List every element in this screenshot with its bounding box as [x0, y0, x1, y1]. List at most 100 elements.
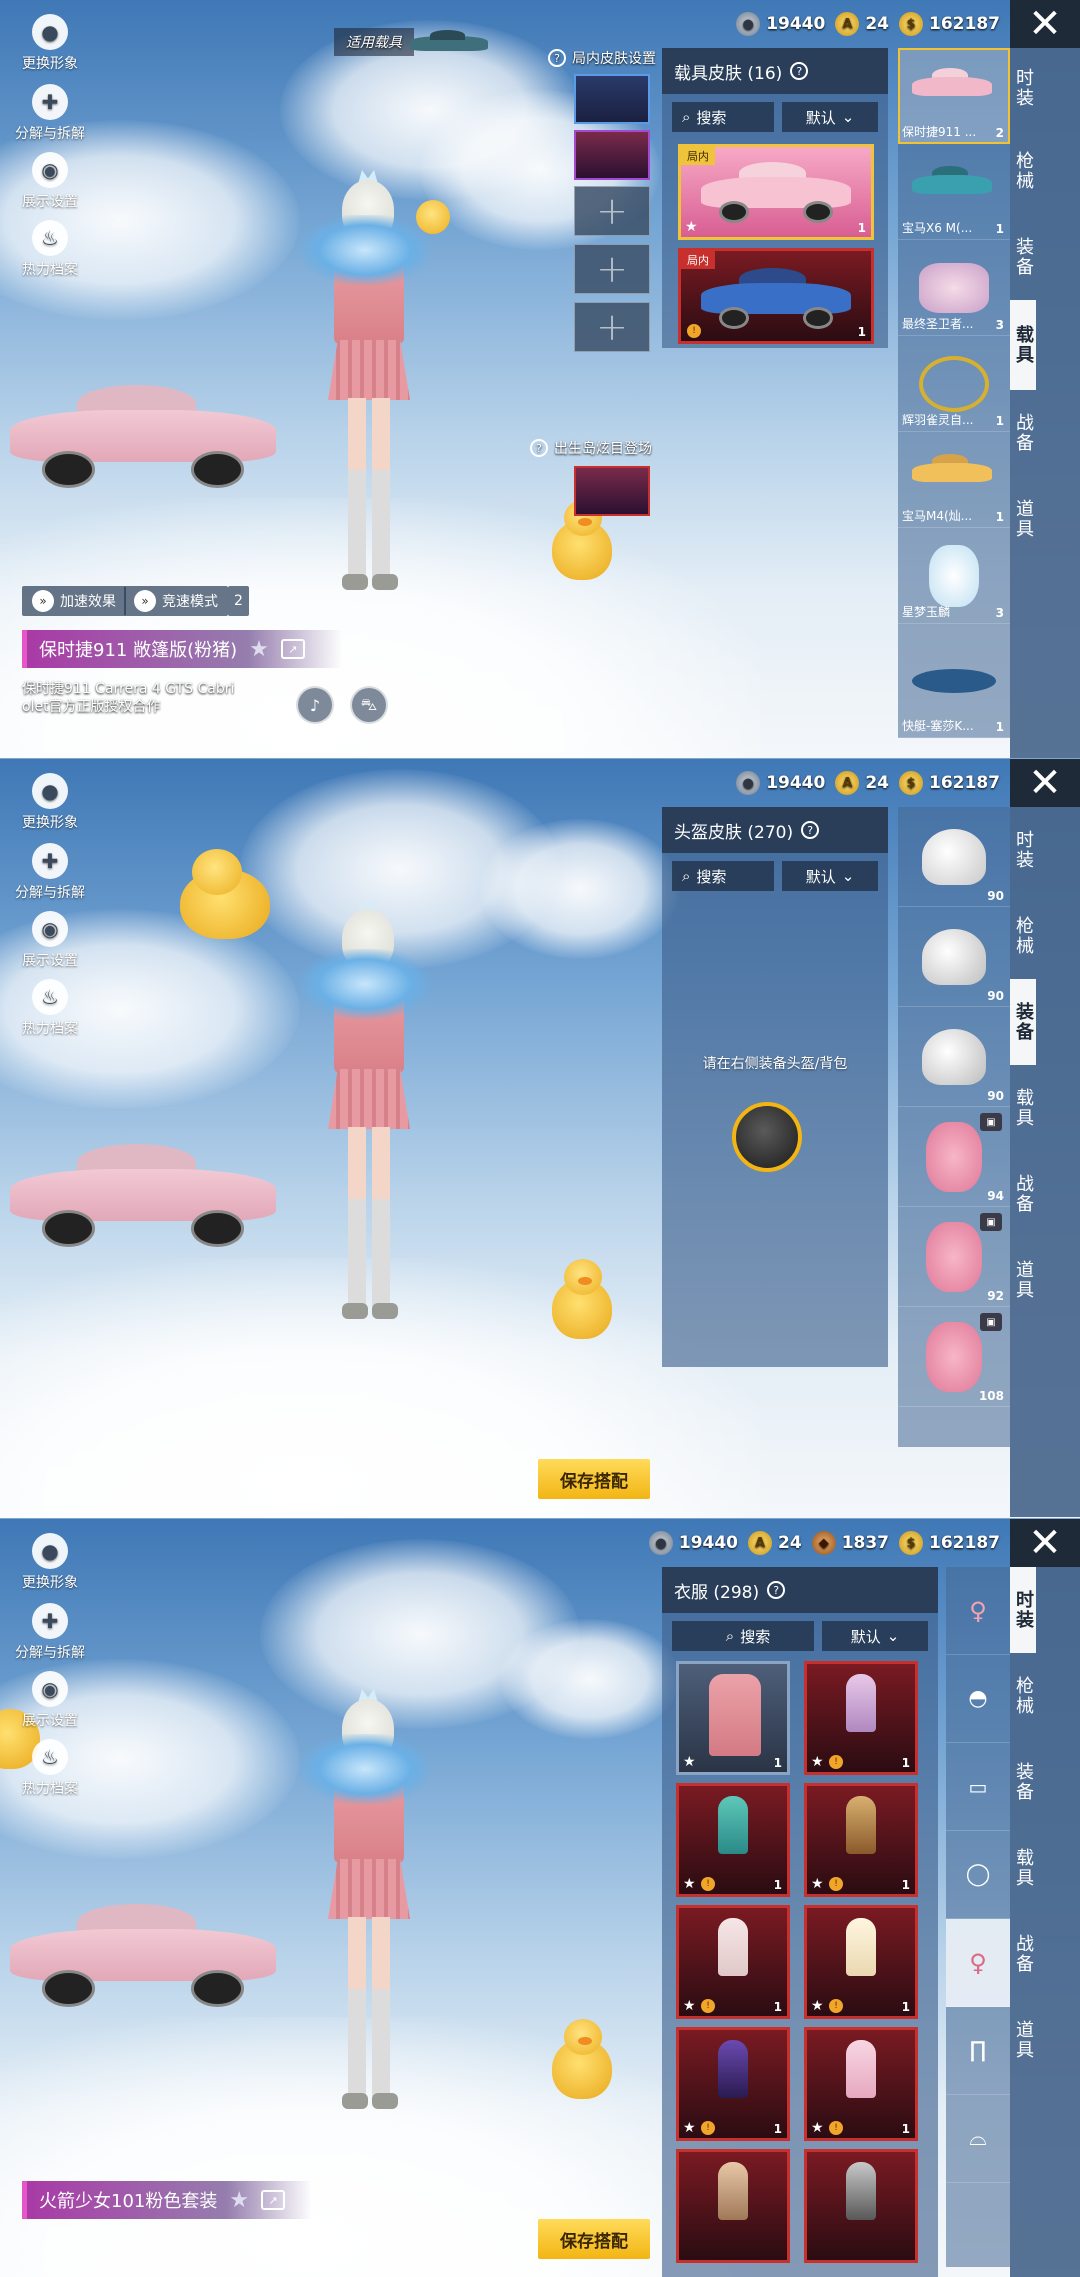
mode-count-button[interactable]: 2 — [228, 586, 249, 616]
close-button[interactable]: ✕ — [1010, 0, 1080, 48]
category-tabs: 时装 枪械 装备 载具 战备 道具 — [1010, 48, 1080, 758]
display-settings-button[interactable]: ◉ 展示设置 — [14, 911, 86, 970]
tab-combat[interactable]: 战备 — [1010, 1151, 1036, 1237]
inner-skin-slot-2[interactable] — [574, 130, 650, 180]
help-icon[interactable]: ? — [801, 821, 820, 839]
search-input[interactable]: ⌕ 搜索 — [672, 102, 774, 132]
outfit-card-8[interactable]: ★! 1 — [804, 2027, 918, 2141]
save-outfit-button[interactable]: 保存搭配 — [538, 2219, 650, 2259]
tab-combat[interactable]: 战备 — [1010, 390, 1036, 476]
spawn-skin-slot[interactable] — [574, 466, 650, 516]
list-item[interactable]: 保时捷911 ... 2 — [898, 48, 1010, 144]
list-item[interactable]: ▣ 108 — [898, 1307, 1010, 1407]
subcategory-outfit[interactable]: ♀ — [946, 1567, 1010, 1655]
outfit-card-10[interactable] — [804, 2149, 918, 2263]
favorite-star-icon[interactable]: ★ — [249, 637, 269, 662]
sort-dropdown[interactable]: 默认 ⌄ — [822, 1621, 928, 1651]
tab-weapons[interactable]: 枪械 — [1010, 128, 1036, 214]
help-icon[interactable]: ? — [790, 62, 809, 80]
decompose-button[interactable]: ✚ 分解与拆解 — [14, 843, 86, 902]
tab-fashion[interactable]: 时装 — [1010, 807, 1036, 893]
close-button[interactable]: ✕ — [1010, 1519, 1080, 1567]
subcategory-accessory[interactable]: ▭ — [946, 1743, 1010, 1831]
star-icon: ★ — [811, 2120, 824, 2136]
favorite-star-icon[interactable]: ★ — [229, 2188, 249, 2213]
list-item[interactable]: 宝马M4(灿... 1 — [898, 432, 1010, 528]
help-icon[interactable]: ? — [767, 1581, 786, 1599]
subcategory-pants[interactable]: ∏ — [946, 2007, 1010, 2095]
vehicle-view-button[interactable]: ⛍ — [350, 686, 388, 724]
skin-card-1[interactable]: 局内 ★ 1 — [678, 144, 874, 240]
outfit-card-7[interactable]: ★! 1 — [676, 2027, 790, 2141]
pink-porsche-model — [10, 1139, 276, 1247]
tab-combat[interactable]: 战备 — [1010, 1911, 1036, 1997]
list-item[interactable]: 最终圣卫者... 3 — [898, 240, 1010, 336]
list-item[interactable]: 星梦玉麟 3 — [898, 528, 1010, 624]
decompose-button[interactable]: ✚ 分解与拆解 — [14, 84, 86, 143]
list-item[interactable]: 辉羽雀灵自... 1 — [898, 336, 1010, 432]
list-item[interactable]: 90 — [898, 807, 1010, 907]
share-icon[interactable]: ↗ — [261, 2190, 286, 2210]
tab-props[interactable]: 道具 — [1010, 1997, 1036, 2083]
tab-fashion[interactable]: 时装 — [1010, 48, 1036, 128]
sort-dropdown[interactable]: 默认 ⌄ — [782, 861, 878, 891]
list-item[interactable]: 90 — [898, 907, 1010, 1007]
search-input[interactable]: ⌕ 搜索 — [672, 861, 774, 891]
horn-button[interactable]: ♪ — [296, 686, 334, 724]
display-settings-button[interactable]: ◉ 展示设置 — [14, 1671, 86, 1730]
add-inner-skin-slot-4[interactable]: + — [574, 244, 650, 294]
tab-weapons[interactable]: 枪械 — [1010, 893, 1036, 979]
outfit-card-1[interactable]: ★ 1 — [676, 1661, 790, 1775]
racing-mode-button[interactable]: » 竞速模式 — [124, 586, 228, 616]
tab-props[interactable]: 道具 — [1010, 1237, 1036, 1323]
tab-props[interactable]: 道具 — [1010, 476, 1036, 562]
outfit-card-6[interactable]: ★! 1 — [804, 1905, 918, 2019]
list-item[interactable]: 宝马X6 M(... 1 — [898, 144, 1010, 240]
outfit-card-9[interactable] — [676, 2149, 790, 2263]
tab-fashion[interactable]: 时装 — [1010, 1567, 1036, 1653]
subcategory-top[interactable]: ♀ — [946, 1919, 1010, 2007]
tab-vehicles[interactable]: 载具 — [1010, 1825, 1036, 1911]
list-item[interactable]: 快艇-塞莎K... 1 — [898, 624, 1010, 738]
save-outfit-button[interactable]: 保存搭配 — [538, 1459, 650, 1499]
search-input[interactable]: ⌕ 搜索 — [672, 1621, 814, 1651]
add-inner-skin-slot-3[interactable]: + — [574, 186, 650, 236]
subcategory-headwear[interactable]: ◓ — [946, 1655, 1010, 1743]
share-icon[interactable]: ↗ — [280, 639, 305, 659]
subcategory-shoes[interactable]: ⌓ — [946, 2095, 1010, 2183]
sort-dropdown[interactable]: 默认 ⌄ — [782, 102, 878, 132]
lock-icon: ! — [829, 1755, 843, 1769]
change-avatar-button[interactable]: ● 更换形象 — [14, 1533, 86, 1592]
heat-archive-button[interactable]: ♨ 热力档案 — [14, 1739, 86, 1798]
tab-equipment[interactable]: 装备 — [1010, 214, 1036, 300]
outfit-card-4[interactable]: ★! 1 — [804, 1783, 918, 1897]
tab-vehicles[interactable]: 载具 — [1010, 300, 1036, 390]
inner-skin-settings-label[interactable]: ? 局内皮肤设置 — [548, 48, 656, 68]
heat-archive-button[interactable]: ♨ 热力档案 — [14, 220, 86, 279]
star-icon: ★ — [685, 219, 698, 235]
change-avatar-button[interactable]: ● 更换形象 — [14, 14, 86, 73]
close-button[interactable]: ✕ — [1010, 759, 1080, 807]
bag-icon: ▣ — [980, 1313, 1002, 1331]
inner-skin-slot-1[interactable] — [574, 74, 650, 124]
list-item[interactable]: ▣ 92 — [898, 1207, 1010, 1307]
tab-equipment[interactable]: 装备 — [1010, 979, 1036, 1065]
acceleration-effect-button[interactable]: » 加速效果 — [22, 586, 126, 616]
outfit-card-3[interactable]: ★! 1 — [676, 1783, 790, 1897]
tab-equipment[interactable]: 装备 — [1010, 1739, 1036, 1825]
shoes-icon: ⌓ — [969, 2126, 987, 2151]
heat-archive-button[interactable]: ♨ 热力档案 — [14, 979, 86, 1038]
subcategory-face[interactable]: ◯ — [946, 1831, 1010, 1919]
outfit-card-2[interactable]: ★! 1 — [804, 1661, 918, 1775]
add-inner-skin-slot-5[interactable]: + — [574, 302, 650, 352]
tab-weapons[interactable]: 枪械 — [1010, 1653, 1036, 1739]
decompose-button[interactable]: ✚ 分解与拆解 — [14, 1603, 86, 1662]
skin-card-2[interactable]: 局内 ! 1 — [678, 248, 874, 344]
list-item[interactable]: ▣ 94 — [898, 1107, 1010, 1207]
gold-coin-icon: A — [748, 1531, 773, 1555]
display-settings-button[interactable]: ◉ 展示设置 — [14, 152, 86, 211]
list-item[interactable]: 90 — [898, 1007, 1010, 1107]
change-avatar-button[interactable]: ● 更换形象 — [14, 773, 86, 832]
tab-vehicles[interactable]: 载具 — [1010, 1065, 1036, 1151]
outfit-card-5[interactable]: ★! 1 — [676, 1905, 790, 2019]
